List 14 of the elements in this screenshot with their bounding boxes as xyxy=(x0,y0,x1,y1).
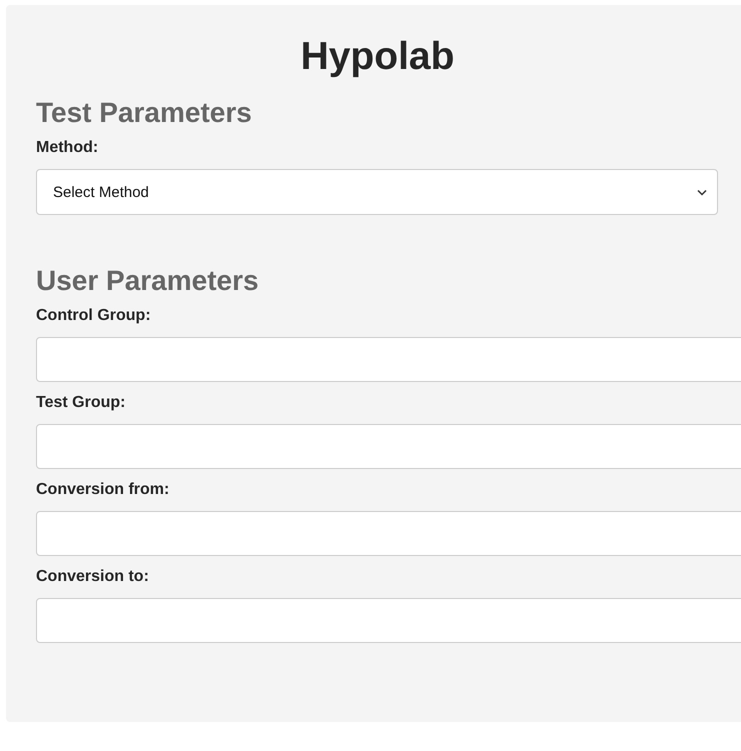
field-label: Conversion to: xyxy=(36,568,150,586)
field-label: Conversion from: xyxy=(36,481,170,499)
section-heading: User Parameters xyxy=(36,265,260,297)
method-dropdown[interactable]: Select Method xyxy=(36,169,718,215)
app-title: Hypolab xyxy=(300,35,456,79)
field-label: Method: xyxy=(36,139,100,157)
input-field[interactable] xyxy=(36,598,741,643)
field-label: Test Group: xyxy=(36,394,126,412)
chevron-down-icon xyxy=(697,188,707,196)
section-heading: Test Parameters xyxy=(36,97,253,129)
input-field[interactable] xyxy=(36,511,741,556)
input-field[interactable] xyxy=(36,337,741,382)
input-field[interactable] xyxy=(36,424,741,469)
field-label: Control Group: xyxy=(36,307,152,325)
